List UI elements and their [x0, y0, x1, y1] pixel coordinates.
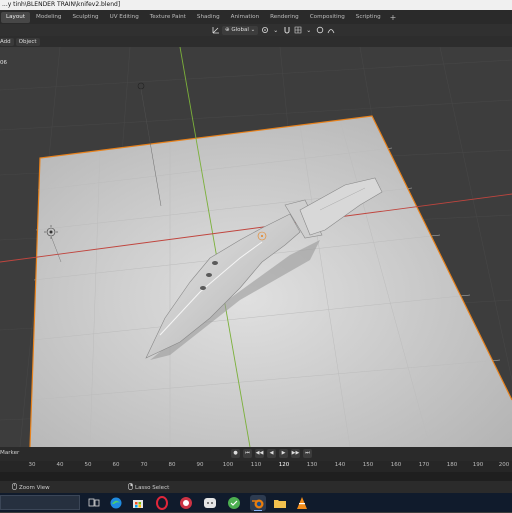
tab-shading[interactable]: Shading: [192, 12, 225, 23]
transform-orientation-dropdown[interactable]: ⊕ Global ⌄: [222, 25, 259, 35]
next-keyframe-button[interactable]: ▶▶: [291, 449, 300, 458]
status-bar: Zoom View Lasso Select: [0, 481, 512, 493]
prev-keyframe-button[interactable]: ◀◀: [255, 449, 264, 458]
record-button[interactable]: ●: [231, 449, 240, 458]
ruler-tick: 40: [56, 462, 64, 468]
tool-header: ⊕ Global ⌄ ⌄ ⌄: [0, 24, 512, 36]
timeline-track[interactable]: [0, 472, 512, 481]
ruler-tick: 160: [390, 462, 402, 468]
status-zoom-view: Zoom View: [12, 483, 50, 492]
mouse-middle-icon: [12, 483, 17, 492]
timeline-ruler[interactable]: 30 40 50 60 70 80 90 100 110 120 130 140…: [0, 461, 512, 472]
play-button[interactable]: ▶: [279, 449, 288, 458]
marker-menu[interactable]: Marker: [0, 450, 19, 456]
object-menu[interactable]: Object: [15, 37, 40, 46]
globe-icon: ⊕: [225, 26, 230, 33]
ruler-tick: 190: [472, 462, 484, 468]
tab-sculpting[interactable]: Sculpting: [67, 12, 103, 23]
mouse-right-icon: [128, 483, 133, 492]
play-reverse-button[interactable]: ◀: [267, 449, 276, 458]
store-icon[interactable]: [130, 495, 146, 511]
add-menu[interactable]: Add: [0, 37, 14, 46]
wechat-green-icon[interactable]: [226, 495, 242, 511]
snap-grid-icon[interactable]: [293, 26, 302, 35]
tab-uv-editing[interactable]: UV Editing: [105, 12, 144, 23]
tab-compositing[interactable]: Compositing: [305, 12, 350, 23]
status-lasso-select: Lasso Select: [128, 483, 169, 492]
jump-end-button[interactable]: ⏭: [303, 449, 312, 458]
ruler-tick: 80: [168, 462, 176, 468]
timeline-header: Marker ● ⏮ ◀◀ ◀ ▶ ▶▶ ⏭: [0, 447, 512, 461]
chevron-down-icon[interactable]: ⌄: [304, 26, 313, 35]
orientation-icon: [211, 26, 220, 35]
viewport-frame-text: 06: [0, 60, 7, 66]
blender-icon[interactable]: [250, 495, 266, 511]
folder-icon[interactable]: [272, 495, 288, 511]
ruler-tick: 120: [278, 462, 290, 468]
ruler-tick: 50: [84, 462, 92, 468]
ruler-tick: 140: [334, 462, 346, 468]
jump-start-button[interactable]: ⏮: [243, 449, 252, 458]
tab-texture-paint[interactable]: Texture Paint: [145, 12, 191, 23]
tab-animation[interactable]: Animation: [226, 12, 265, 23]
tab-scripting[interactable]: Scripting: [351, 12, 386, 23]
pivot-point-icon[interactable]: [260, 26, 269, 35]
add-workspace-button[interactable]: +: [387, 13, 400, 22]
taskbar-search-box[interactable]: [0, 495, 80, 510]
vlc-icon[interactable]: [294, 495, 310, 511]
ruler-tick: 180: [446, 462, 458, 468]
task-view-icon[interactable]: [86, 495, 102, 511]
viewport-header: Add Object: [0, 36, 512, 47]
workspace-tabs: Layout Modeling Sculpting UV Editing Tex…: [0, 10, 512, 24]
lasso-select-label: Lasso Select: [135, 484, 170, 491]
orientation-label: Global: [231, 26, 249, 33]
viewport-canvas[interactable]: [0, 47, 512, 447]
playback-controls: ● ⏮ ◀◀ ◀ ▶ ▶▶ ⏭: [231, 449, 312, 458]
magnet-icon[interactable]: [282, 26, 291, 35]
ruler-tick: 30: [28, 462, 36, 468]
ruler-tick: 70: [140, 462, 148, 468]
ruler-tick: 60: [112, 462, 120, 468]
taskbar: [0, 493, 512, 512]
tab-modeling[interactable]: Modeling: [31, 12, 66, 23]
opera-icon[interactable]: [154, 495, 170, 511]
discord-icon[interactable]: [178, 495, 194, 511]
3d-viewport[interactable]: 06: [0, 47, 512, 447]
edge-icon[interactable]: [108, 495, 124, 511]
window-title: ...y tinh\BLENDER TRAIN\knifev2.blend]: [0, 0, 512, 10]
tab-rendering[interactable]: Rendering: [265, 12, 304, 23]
wechat-icon[interactable]: [202, 495, 218, 511]
ruler-tick: 110: [250, 462, 262, 468]
chevron-down-icon[interactable]: ⌄: [271, 26, 280, 35]
ruler-tick: 90: [196, 462, 204, 468]
ruler-tick: 170: [418, 462, 430, 468]
zoom-view-label: Zoom View: [19, 484, 50, 491]
ruler-tick: 130: [306, 462, 318, 468]
ruler-tick: 100: [222, 462, 234, 468]
ruler-tick: 200: [498, 462, 510, 468]
proportional-editing-icon[interactable]: [315, 26, 324, 35]
ruler-tick: 150: [362, 462, 374, 468]
tab-layout[interactable]: Layout: [1, 11, 31, 23]
falloff-icon[interactable]: [326, 26, 335, 35]
